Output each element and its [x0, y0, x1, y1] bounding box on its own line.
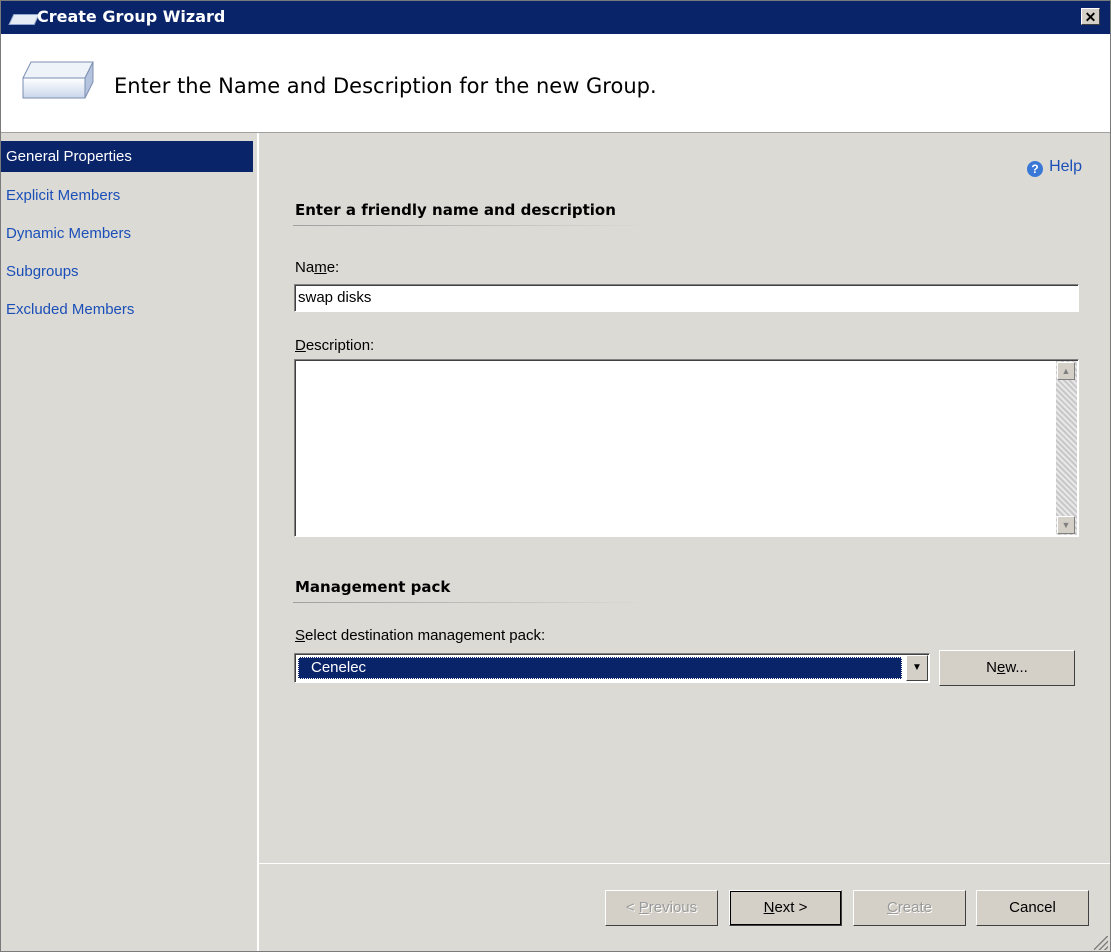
management-pack-select[interactable]: Cenelec ▼: [294, 653, 930, 683]
nav-item-excluded-members[interactable]: Excluded Members: [1, 294, 253, 325]
help-link[interactable]: ? Help: [1027, 158, 1082, 177]
nav-item-general-properties[interactable]: General Properties: [1, 141, 253, 172]
description-scrollbar[interactable]: ▲ ▼: [1056, 361, 1077, 535]
name-input[interactable]: swap disks: [294, 284, 1079, 312]
section-heading-name: Enter a friendly name and description: [295, 201, 616, 219]
wizard-window: Create Group Wizard ✕ Enter the Name and…: [0, 0, 1111, 952]
close-button[interactable]: ✕: [1081, 8, 1100, 25]
wizard-footer: < Previous Next > Create Cancel: [259, 863, 1110, 951]
wizard-header: Enter the Name and Description for the n…: [1, 34, 1110, 133]
nav-item-explicit-members[interactable]: Explicit Members: [1, 180, 253, 211]
wizard-nav: General Properties Explicit Members Dyna…: [1, 133, 259, 951]
next-button[interactable]: Next >: [729, 890, 842, 926]
general-properties-panel: ? Help Enter a friendly name and descript…: [259, 133, 1110, 863]
scroll-up-icon[interactable]: ▲: [1057, 362, 1075, 380]
window-title: Create Group Wizard: [37, 7, 226, 26]
help-icon: ?: [1027, 161, 1044, 177]
section-divider: [293, 602, 649, 603]
close-icon: ✕: [1084, 9, 1097, 25]
dropdown-arrow-icon[interactable]: ▼: [906, 655, 928, 681]
management-pack-selected: Cenelec: [298, 657, 902, 679]
nav-item-dynamic-members[interactable]: Dynamic Members: [1, 218, 253, 249]
cancel-button[interactable]: Cancel: [976, 890, 1089, 926]
description-input[interactable]: ▲ ▼: [294, 359, 1079, 537]
title-bar[interactable]: Create Group Wizard ✕: [1, 1, 1110, 34]
group-icon: [8, 14, 40, 25]
scroll-down-icon[interactable]: ▼: [1057, 516, 1075, 534]
new-management-pack-button[interactable]: New...: [939, 650, 1075, 686]
previous-button[interactable]: < Previous: [605, 890, 718, 926]
section-heading-management-pack: Management pack: [295, 578, 451, 596]
nav-item-subgroups[interactable]: Subgroups: [1, 256, 253, 287]
resize-grip-icon[interactable]: [1094, 936, 1108, 950]
section-divider: [293, 225, 649, 226]
description-label: Description:: [295, 337, 375, 354]
wizard-instruction: Enter the Name and Description for the n…: [114, 74, 657, 98]
name-label: Name:: [295, 259, 340, 276]
help-label: Help: [1049, 158, 1082, 175]
group-box-icon: [22, 61, 94, 99]
management-pack-label: Select destination management pack:: [295, 627, 546, 644]
create-button[interactable]: Create: [853, 890, 966, 926]
